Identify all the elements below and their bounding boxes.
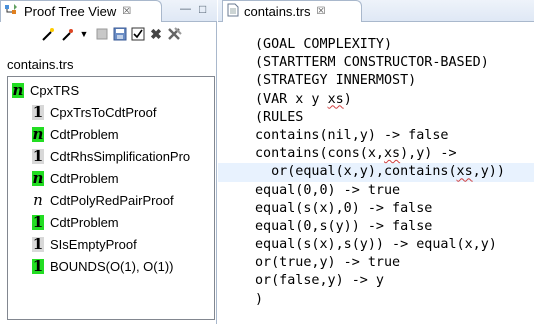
code-line: equal(0,s(y)) -> false	[255, 218, 433, 234]
tree-node-label: CpxTrsToCdtProof	[50, 104, 157, 120]
one-badge-icon: 1	[32, 256, 44, 275]
proof-tree-icon	[4, 2, 20, 21]
tree-node[interactable]: 1 SIsEmptyProof	[32, 234, 137, 254]
tree-node[interactable]: 1 BOUNDS(O(1), O(1))	[32, 256, 174, 276]
one-badge-icon: 1	[32, 146, 44, 165]
tree-node[interactable]: n CpxTRS	[12, 80, 79, 100]
editor: contains.trs ☒ (GOAL COMPLEXITY) (STARTT…	[218, 0, 534, 324]
code-line: or(false,y) -> y	[255, 273, 384, 289]
one-badge-icon: 1	[32, 234, 44, 253]
tree-node-label: CdtProblem	[50, 214, 119, 230]
squiggle-xs: xs	[456, 164, 473, 180]
n-badge-icon: n	[32, 168, 44, 187]
tree-node[interactable]: 1 CdtProblem	[32, 212, 119, 232]
proof-tree: n CpxTRS 1 CpxTrsToCdtProof n CdtProblem…	[7, 76, 215, 320]
code-area[interactable]: (GOAL COMPLEXITY) (STARTTERM CONSTRUCTOR…	[218, 36, 534, 309]
minimize-icon[interactable]: —	[180, 3, 191, 15]
tree-node[interactable]: n CdtProblem	[32, 124, 119, 144]
wand-dropdown-icon[interactable]	[60, 26, 76, 42]
view-tab-bar: Proof Tree View ☒ — □	[0, 0, 217, 22]
tree-node-label: CdtProblem	[50, 170, 119, 186]
code-line: )	[255, 291, 264, 307]
code-line: or(true,y) -> true	[255, 255, 401, 271]
code-line: (GOAL COMPLEXITY)	[255, 37, 393, 52]
code-line-cons: contains(cons(x,xs),y) ->	[255, 146, 457, 162]
tab-contains-trs[interactable]: contains.trs ☒	[222, 0, 362, 22]
save-icon[interactable]	[112, 26, 128, 42]
tab-proof-tree-view[interactable]: Proof Tree View ☒	[0, 0, 162, 22]
one-badge-icon: 1	[32, 212, 44, 231]
code-line: contains(nil,y) -> false	[255, 127, 449, 143]
wand-icon[interactable]	[40, 26, 56, 42]
code-line: equal(0,0) -> true	[255, 182, 401, 198]
tree-node[interactable]: n CdtPolyRedPairProof	[32, 190, 174, 210]
editor-tab-bar: contains.trs ☒	[218, 0, 534, 22]
proof-toolbar: ▼ ✖	[0, 23, 217, 45]
code-line: (STRATEGY INNERMOST)	[255, 73, 417, 89]
tree-node-label: CdtRhsSimplificationPro	[50, 148, 191, 164]
tree-node[interactable]: 1 CdtRhsSimplificationPro	[32, 146, 190, 166]
code-line-var: (VAR x y xs)	[255, 91, 352, 107]
dropdown-arrow-icon[interactable]: ▼	[76, 26, 92, 42]
n-badge-icon: n	[32, 124, 44, 143]
tree-node[interactable]: n CdtProblem	[32, 168, 119, 188]
tab-label: Proof Tree View	[24, 4, 117, 19]
code-line: equal(s(x),s(y)) -> equal(x,y)	[255, 237, 497, 253]
file-label: contains.trs	[7, 57, 74, 72]
proof-tree-view: Proof Tree View ☒ — □ ▼ ✖ contains.trs n	[0, 0, 217, 324]
close-icon[interactable]: ☒	[316, 6, 325, 17]
code-line: (STARTTERM CONSTRUCTOR-BASED)	[255, 55, 489, 71]
code-line-current: or(equal(x,y),contains(xs,y))	[218, 163, 534, 182]
tree-node-label: BOUNDS(O(1), O(1))	[50, 258, 174, 274]
squiggle-xs: xs	[327, 91, 344, 107]
n-badge-icon: n	[33, 190, 43, 209]
tree-node-label: CdtPolyRedPairProof	[50, 192, 174, 208]
tab-label: contains.trs	[244, 4, 311, 19]
n-badge-icon: n	[12, 80, 24, 99]
code-line: (RULES	[255, 109, 304, 125]
squiggle-xs: xs	[384, 146, 401, 162]
checkbox-icon[interactable]	[130, 26, 146, 42]
tree-node-label: CdtProblem	[50, 126, 119, 142]
close-icon[interactable]: ☒	[122, 6, 131, 17]
one-badge-icon: 1	[32, 102, 44, 121]
file-icon	[227, 3, 239, 20]
clear-all-icon[interactable]	[166, 26, 182, 42]
tree-node-label: CpxTRS	[30, 82, 80, 98]
tree-node-label: SIsEmptyProof	[50, 236, 137, 252]
code-line: equal(s(x),0) -> false	[255, 200, 433, 216]
close-x-icon[interactable]: ✖	[148, 26, 164, 42]
tree-node[interactable]: 1 CpxTrsToCdtProof	[32, 102, 156, 122]
stop-icon[interactable]	[94, 26, 110, 42]
maximize-icon[interactable]: □	[199, 2, 206, 16]
